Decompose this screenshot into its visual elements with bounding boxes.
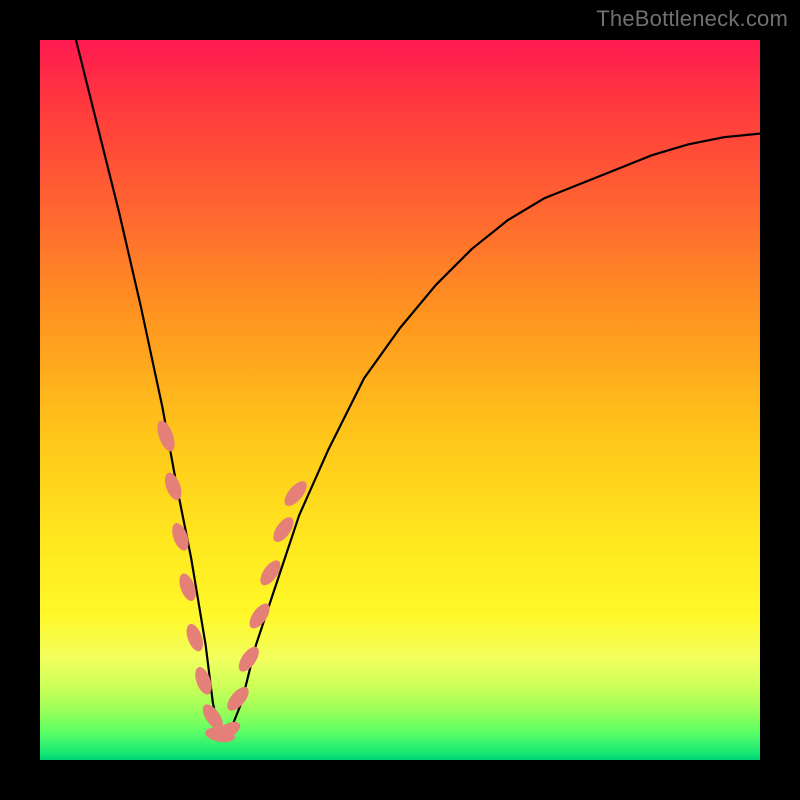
chart-stage: TheBottleneck.com: [0, 0, 800, 800]
curve-bead: [269, 514, 297, 546]
curve-beads-group: [154, 418, 311, 744]
plot-area: [40, 40, 760, 760]
curve-bead: [154, 418, 178, 453]
site-watermark: TheBottleneck.com: [596, 6, 788, 32]
bottleneck-curve: [76, 40, 760, 738]
curve-bead: [162, 470, 185, 502]
chart-svg: [40, 40, 760, 760]
curve-bead: [281, 478, 311, 510]
